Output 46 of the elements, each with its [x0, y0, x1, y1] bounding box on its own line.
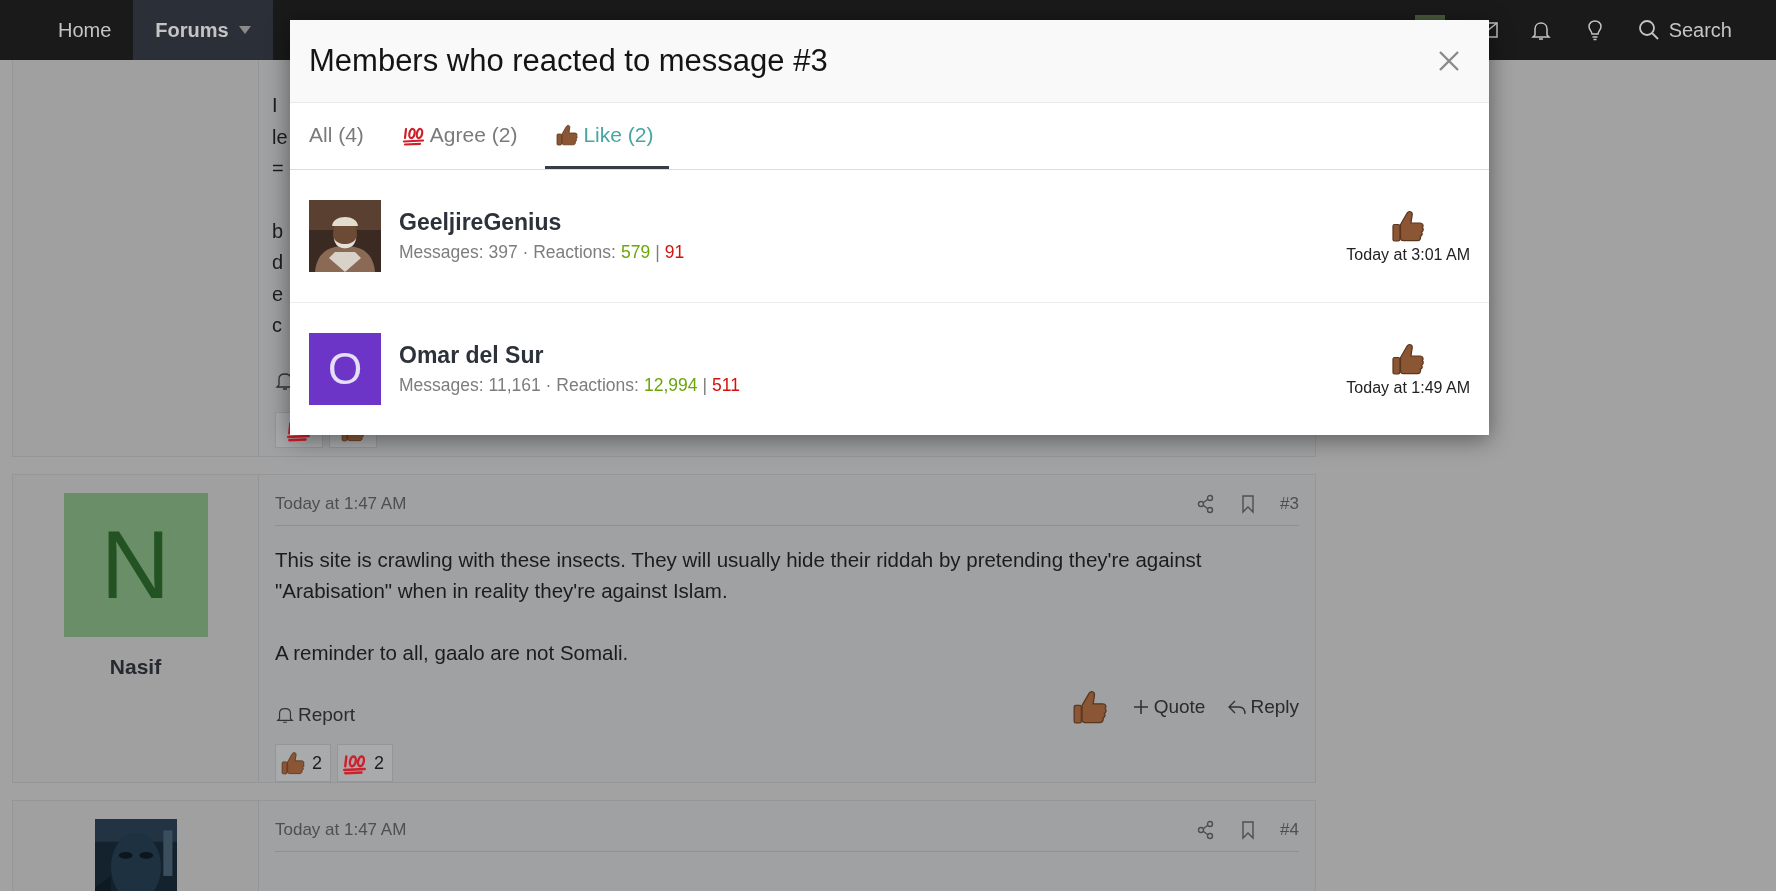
positive-count: 579: [620, 242, 651, 263]
reaction-summary[interactable]: 2: [275, 744, 331, 782]
member-stats: Messages: 397 · Reactions:: [399, 242, 616, 263]
reaction-time: Today at 3:01 AM: [1346, 246, 1470, 264]
username-link[interactable]: Nasif: [109, 655, 162, 679]
post-number-link[interactable]: #4: [1280, 820, 1299, 840]
separator-text: |: [655, 242, 660, 263]
negative-count: 91: [664, 242, 685, 263]
member-stats: Messages: 11,161 · Reactions:: [399, 375, 639, 396]
report-link[interactable]: Report: [275, 704, 356, 726]
reaction-summary[interactable]: 2: [337, 744, 394, 782]
thumbs-up-icon: [1390, 208, 1427, 244]
thumbs-up-icon: [555, 122, 580, 147]
text-fragment: le: [272, 124, 288, 150]
thumbs-up-icon: [280, 750, 306, 776]
positive-count: 12,994: [643, 375, 698, 396]
separator-text: |: [702, 375, 708, 396]
reaction-tab[interactable]: Like (2): [545, 103, 670, 169]
text-fragment: e: [272, 281, 284, 307]
search-button[interactable]: Search: [1636, 18, 1732, 42]
post-date[interactable]: Today at 1:47 AM: [275, 494, 407, 514]
text-fragment: =: [272, 156, 284, 181]
nav-tab[interactable]: Forums: [133, 0, 273, 60]
post-text: A reminder to all, gaalo are not Somali.: [275, 640, 630, 666]
text-fragment: c: [272, 313, 282, 338]
username-link[interactable]: Omar del Sur: [399, 342, 740, 369]
text-fragment: b: [272, 218, 284, 244]
text-fragment: I: [272, 93, 278, 118]
negative-count: 511: [712, 375, 740, 396]
nav-tab[interactable]: Home: [36, 0, 134, 60]
search-icon: [1636, 18, 1661, 42]
reaction-time: Today at 1:49 AM: [1346, 379, 1470, 397]
user-avatar[interactable]: O: [309, 333, 381, 405]
username-link[interactable]: GeeljireGenius: [399, 209, 685, 236]
post-date[interactable]: Today at 1:47 AM: [275, 820, 407, 840]
reaction-tab[interactable]: All (4): [299, 103, 380, 169]
post-text: This site is crawling with these insects. They will usually hide their riddah by pretending they're against "Arabisation" when in reality they're against Islam.: [275, 547, 1203, 604]
quote-link[interactable]: Quote: [1130, 696, 1206, 718]
bell-icon: [275, 705, 295, 725]
reply-link[interactable]: Reply: [1227, 696, 1299, 718]
text-fragment: d: [272, 250, 284, 275]
reaction-tab[interactable]: Agree (2): [391, 103, 534, 169]
close-icon: [1437, 49, 1461, 73]
post-number-link[interactable]: #3: [1280, 494, 1299, 514]
dialog-title: Members who reacted to message #3: [309, 43, 828, 79]
thumbs-up-icon: [1390, 341, 1427, 377]
